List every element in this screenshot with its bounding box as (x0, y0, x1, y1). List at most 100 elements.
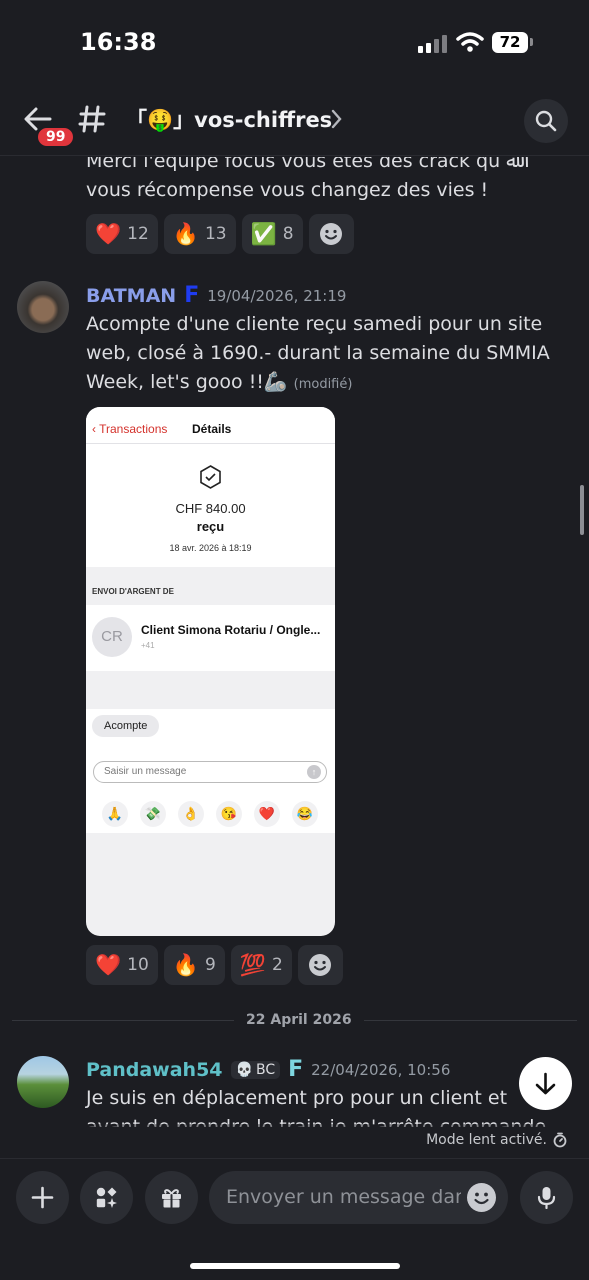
slow-mode-label: Mode lent activé. (426, 1132, 547, 1148)
reaction-hundred[interactable]: 💯 2 (230, 945, 292, 985)
attachment-back-link: ‹ Transactions (92, 422, 168, 436)
status-bar: 16:38 72 (0, 0, 589, 80)
add-attachment-button[interactable] (16, 1171, 69, 1224)
timer-icon (553, 1132, 567, 1148)
reaction-count: 13 (204, 224, 227, 244)
reaction-bar: ❤️ 12 🔥 13 ✅ 8 (86, 214, 354, 254)
message-text: Je suis en déplacement pro pour un clien… (86, 1087, 547, 1127)
author-name[interactable]: BATMAN (86, 285, 176, 307)
wifi-icon (456, 32, 484, 52)
role-tag-label: BC (255, 1061, 276, 1078)
pray-emoji: 🙏 (102, 801, 128, 827)
section-label: ENVOI D'ARGENT DE (92, 587, 174, 596)
role-tag: 💀 BC (230, 1060, 281, 1079)
add-reaction-button[interactable] (308, 214, 354, 254)
heart-emoji: ❤️ (95, 221, 122, 246)
image-attachment[interactable]: ‹ Transactions Détails CHF 840.00 reçu 1… (86, 407, 335, 936)
fire-emoji: 🔥 (172, 952, 199, 977)
timestamp: 22/04/2026, 10:56 (311, 1060, 451, 1079)
search-button[interactable] (524, 99, 568, 143)
emoji-picker-icon[interactable] (467, 1183, 496, 1212)
reaction-heart[interactable]: ❤️ 12 (86, 214, 158, 254)
reaction-count: 9 (204, 955, 216, 975)
jump-to-bottom-button[interactable] (519, 1057, 572, 1110)
smiley-icon (474, 1192, 489, 1205)
message-list[interactable]: Merci l'équipe focus vous êtes des crack… (0, 157, 589, 1127)
contact-initials: CR (92, 617, 132, 657)
reaction-count: 8 (282, 224, 294, 244)
date-divider: 22 April 2026 (234, 1012, 364, 1028)
apps-icon (96, 1187, 117, 1208)
battery-icon (530, 38, 533, 46)
transaction-date: 18 avr. 2026 à 18:19 (169, 543, 252, 553)
send-arrow-icon: ↑ (307, 765, 321, 779)
reaction-bar: ❤️ 10 🔥 9 💯 2 (86, 945, 343, 985)
status-time: 16:38 (80, 28, 157, 56)
flair-f-icon: F (184, 283, 200, 308)
transaction-state: reçu (196, 519, 225, 534)
divider (86, 443, 335, 444)
reaction-count: 12 (127, 224, 149, 244)
slow-mode-notice: Mode lent activé. (426, 1132, 567, 1148)
battery-level: 72 (492, 32, 528, 53)
message-text: Merci l'équipe focus vous êtes des crack… (86, 157, 518, 201)
gift-button[interactable] (145, 1171, 198, 1224)
message-header: BATMAN F 19/04/2026, 21:19 (86, 283, 346, 308)
heart-emoji: ❤️ (95, 952, 122, 977)
chevron-right-icon[interactable] (330, 108, 344, 130)
arrow-down-icon (535, 1072, 556, 1095)
home-indicator (190, 1263, 400, 1269)
attachment-input-placeholder: Saisir un message (104, 766, 187, 777)
smiley-add-icon (320, 223, 343, 245)
flair-f-icon: F (288, 1057, 304, 1082)
laugh-emoji: 😂 (292, 801, 318, 827)
reaction-fire[interactable]: 🔥 9 (163, 945, 225, 985)
add-reaction-button[interactable] (297, 945, 343, 985)
contact-number: +41 (141, 641, 155, 650)
transaction-details-card: ‹ Transactions Détails CHF 840.00 reçu 1… (86, 407, 335, 567)
reaction-count: 10 (127, 955, 149, 975)
reaction-check[interactable]: ✅ 8 (241, 214, 303, 254)
timestamp: 19/04/2026, 21:19 (207, 286, 347, 305)
amount: CHF 840.00 (175, 501, 246, 516)
attachment-back-label: Transactions (99, 422, 168, 436)
edited-label: (modifié) (293, 377, 353, 392)
avatar[interactable] (17, 281, 69, 333)
channel-header: 99 「🤑」vos-chiffres (0, 90, 589, 156)
ok-hand-emoji: 👌 (178, 801, 204, 827)
cellular-signal-icon (418, 33, 448, 53)
quick-emoji-row: 🙏 💸 👌 😘 ❤️ 😂 (102, 801, 318, 827)
attachment-input: Saisir un message ↑ (93, 761, 327, 783)
attachment-navbar: ‹ Transactions Détails (86, 422, 335, 444)
message-composer: Envoyer un message dan.. (0, 1158, 589, 1280)
contact-name: Client Simona Rotariu / Ongle... (141, 623, 321, 637)
contact-row: CR Client Simona Rotariu / Ongle... +41 (86, 605, 335, 671)
message-input-placeholder: Envoyer un message dan.. (226, 1186, 461, 1208)
message-header: Pandawah54 💀 BC F 22/04/2026, 10:56 (86, 1057, 450, 1082)
attachment-chat: Acompte Saisir un message ↑ 🙏 💸 👌 😘 ❤️ 😂 (86, 709, 335, 833)
reaction-heart[interactable]: ❤️ 10 (86, 945, 158, 985)
heart-emoji: ❤️ (254, 801, 280, 827)
plus-icon (31, 1186, 54, 1209)
avatar[interactable] (17, 1056, 69, 1108)
search-icon (535, 110, 557, 132)
chat-bubble: Acompte (92, 715, 160, 737)
check-emoji: ✅ (250, 221, 277, 246)
fire-emoji: 🔥 (172, 221, 199, 246)
reaction-fire[interactable]: 🔥 13 (163, 214, 236, 254)
skull-icon: 💀 (235, 1061, 253, 1078)
hundred-emoji: 💯 (239, 952, 266, 977)
voice-message-button[interactable] (520, 1171, 573, 1224)
channel-name[interactable]: 「🤑」vos-chiffres (126, 104, 332, 134)
smiley-add-icon (309, 954, 332, 976)
kiss-emoji: 😘 (216, 801, 242, 827)
gift-icon (162, 1189, 181, 1208)
money-emoji: 💸 (140, 801, 166, 827)
attachment-title: Détails (192, 422, 232, 436)
unread-badge: 99 (36, 126, 76, 148)
author-name[interactable]: Pandawah54 (86, 1059, 223, 1081)
apps-button[interactable] (80, 1171, 133, 1224)
message-input[interactable]: Envoyer un message dan.. (209, 1171, 508, 1224)
scrollbar[interactable] (580, 485, 584, 535)
hash-icon (78, 105, 106, 133)
